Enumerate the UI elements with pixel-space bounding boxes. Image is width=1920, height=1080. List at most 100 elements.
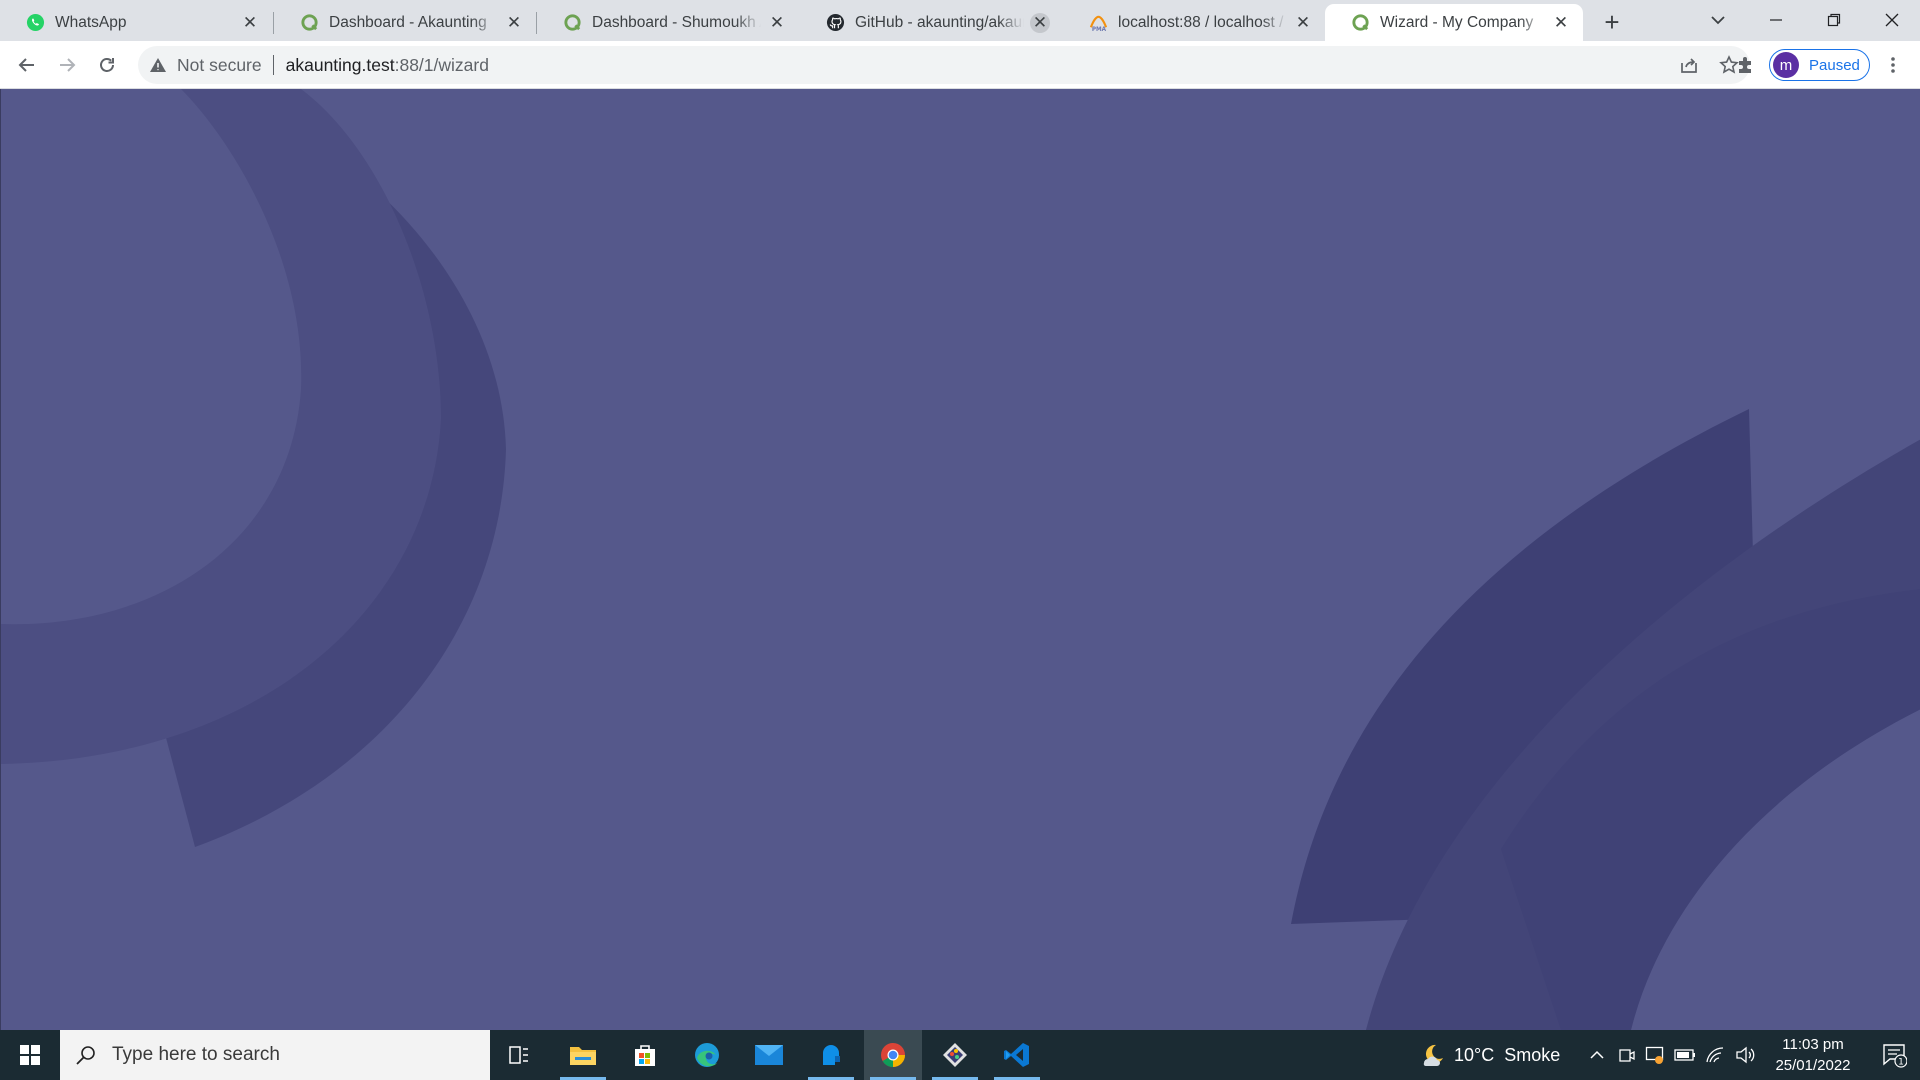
extensions-button[interactable] bbox=[1731, 50, 1761, 80]
taskbar-search[interactable]: Type here to search bbox=[60, 1030, 490, 1080]
file-explorer-icon bbox=[570, 1047, 596, 1065]
monitor-warning-icon bbox=[1645, 1046, 1664, 1064]
akaunting-icon bbox=[1351, 13, 1370, 32]
battery-button[interactable] bbox=[1673, 1043, 1697, 1067]
url-text[interactable]: akaunting.test:88/1/wizard bbox=[286, 55, 489, 76]
tab-search-button[interactable] bbox=[1704, 6, 1732, 34]
windows-icon bbox=[20, 1045, 40, 1065]
vscode-icon bbox=[1004, 1043, 1029, 1067]
menu-button[interactable] bbox=[1881, 50, 1905, 80]
forward-button[interactable] bbox=[52, 50, 82, 80]
store-button[interactable] bbox=[616, 1030, 674, 1080]
chevron-down-icon bbox=[1711, 16, 1725, 25]
edge-icon bbox=[695, 1043, 719, 1067]
task-view-button[interactable] bbox=[490, 1030, 548, 1080]
notification-count: 1 bbox=[1898, 1058, 1904, 1068]
profile-button[interactable]: m Paused bbox=[1769, 49, 1870, 81]
notification-icon: 1 bbox=[1883, 1044, 1907, 1068]
tab-dashboard-shumoukh[interactable]: Dashboard - Shumoukh Al A ✕ bbox=[537, 4, 799, 41]
phpmyadmin-icon: PMA bbox=[1089, 13, 1108, 32]
clock-time: 11:03 pm bbox=[1782, 1036, 1844, 1053]
start-button[interactable] bbox=[0, 1030, 60, 1080]
close-tab-icon[interactable]: ✕ bbox=[1293, 13, 1313, 33]
reload-icon bbox=[100, 58, 114, 72]
url-host: akaunting.test bbox=[285, 54, 395, 75]
close-tab-icon[interactable]: ✕ bbox=[240, 13, 260, 33]
akaunting-icon bbox=[300, 13, 319, 32]
task-view-icon bbox=[509, 1046, 528, 1064]
speaker-icon bbox=[1736, 1046, 1755, 1064]
notifications-button[interactable]: 1 bbox=[1868, 1030, 1920, 1080]
avatar: m bbox=[1773, 52, 1799, 78]
vscode-button[interactable] bbox=[988, 1030, 1046, 1080]
github-icon bbox=[826, 13, 845, 32]
akaunting-icon bbox=[563, 13, 582, 32]
search-icon bbox=[74, 1043, 98, 1067]
mail-icon bbox=[755, 1045, 783, 1065]
tab-dashboard-akaunting[interactable]: Dashboard - Akaunting ✕ bbox=[274, 4, 536, 41]
chrome-button[interactable] bbox=[864, 1030, 922, 1080]
page-viewport bbox=[0, 89, 1920, 1030]
show-hidden-icons-button[interactable] bbox=[1585, 1043, 1609, 1067]
minimize-icon bbox=[1770, 19, 1782, 21]
wifi-icon bbox=[1706, 1047, 1724, 1063]
security-label[interactable]: Not secure bbox=[177, 55, 262, 76]
close-tab-icon[interactable]: ✕ bbox=[1551, 13, 1571, 33]
close-icon bbox=[1885, 13, 1899, 27]
tab-title: Dashboard - Shumoukh Al A bbox=[592, 13, 761, 31]
edge-button[interactable] bbox=[678, 1030, 736, 1080]
tab-whatsapp[interactable]: WhatsApp ✕ bbox=[0, 4, 272, 41]
git-button[interactable] bbox=[926, 1030, 984, 1080]
whatsapp-icon bbox=[26, 13, 45, 32]
arrow-left-icon bbox=[18, 58, 34, 72]
chevron-up-icon bbox=[1590, 1050, 1604, 1059]
back-button[interactable] bbox=[12, 50, 42, 80]
tab-wizard-my-company[interactable]: Wizard - My Company ✕ bbox=[1325, 4, 1583, 41]
close-tab-icon[interactable]: ✕ bbox=[767, 13, 787, 33]
tab-github[interactable]: GitHub - akaunting/akaunting ✕ bbox=[800, 4, 1062, 41]
wizard-background bbox=[1, 89, 1920, 1030]
warning-icon[interactable] bbox=[148, 55, 168, 75]
restore-icon bbox=[1827, 13, 1841, 27]
share-button[interactable] bbox=[1676, 52, 1702, 78]
profile-status: Paused bbox=[1809, 56, 1860, 74]
volume-button[interactable] bbox=[1733, 1043, 1757, 1067]
tab-strip: WhatsApp ✕ Dashboard - Akaunting ✕ Dashb… bbox=[0, 0, 1920, 41]
search-placeholder: Type here to search bbox=[112, 1044, 280, 1065]
security-tray-button[interactable] bbox=[1643, 1043, 1667, 1067]
address-bar[interactable]: Not secure akaunting.test:88/1/wizard bbox=[138, 46, 1750, 84]
chrome-icon bbox=[881, 1043, 905, 1067]
restore-button[interactable] bbox=[1806, 0, 1862, 40]
tab-phpmyadmin[interactable]: PMA localhost:88 / localhost / ak ✕ bbox=[1063, 4, 1325, 41]
close-tab-icon[interactable]: ✕ bbox=[1030, 12, 1050, 33]
clock-date: 25/01/2022 bbox=[1775, 1057, 1851, 1074]
microsoft-store-icon bbox=[635, 1045, 655, 1066]
camera-icon bbox=[1619, 1049, 1635, 1062]
reload-button[interactable] bbox=[92, 50, 122, 80]
new-tab-button[interactable]: + bbox=[1598, 7, 1626, 37]
tab-title: localhost:88 / localhost / ak bbox=[1118, 13, 1287, 31]
minimize-button[interactable] bbox=[1748, 0, 1804, 40]
battery-icon bbox=[1674, 1049, 1695, 1061]
tab-title: Dashboard - Akaunting bbox=[329, 13, 487, 31]
windows-taskbar: Type here to search 10°C Smoke 11:03 pm … bbox=[0, 1030, 1920, 1080]
tab-title: GitHub - akaunting/akaunting bbox=[855, 13, 1024, 31]
close-tab-icon[interactable]: ✕ bbox=[504, 13, 524, 33]
remote-desktop-icon bbox=[823, 1045, 840, 1065]
file-explorer-button[interactable] bbox=[554, 1030, 612, 1080]
network-button[interactable] bbox=[1703, 1043, 1727, 1067]
weather-widget[interactable]: 10°C Smoke bbox=[1420, 1030, 1560, 1080]
weather-desc: Smoke bbox=[1504, 1044, 1561, 1065]
arrow-right-icon bbox=[60, 58, 76, 72]
remote-desktop-button[interactable] bbox=[802, 1030, 860, 1080]
moon-cloud-icon bbox=[1423, 1044, 1443, 1067]
url-path: :88/1/wizard bbox=[394, 54, 489, 75]
mail-button[interactable] bbox=[740, 1030, 798, 1080]
system-clock[interactable]: 11:03 pm 25/01/2022 bbox=[1758, 1034, 1868, 1076]
puzzle-icon bbox=[1739, 57, 1751, 73]
tab-title: Wizard - My Company bbox=[1380, 13, 1534, 31]
browser-toolbar: Not secure akaunting.test:88/1/wizard m … bbox=[0, 41, 1920, 89]
divider bbox=[272, 55, 274, 75]
close-window-button[interactable] bbox=[1864, 0, 1920, 40]
meet-now-button[interactable] bbox=[1615, 1043, 1639, 1067]
